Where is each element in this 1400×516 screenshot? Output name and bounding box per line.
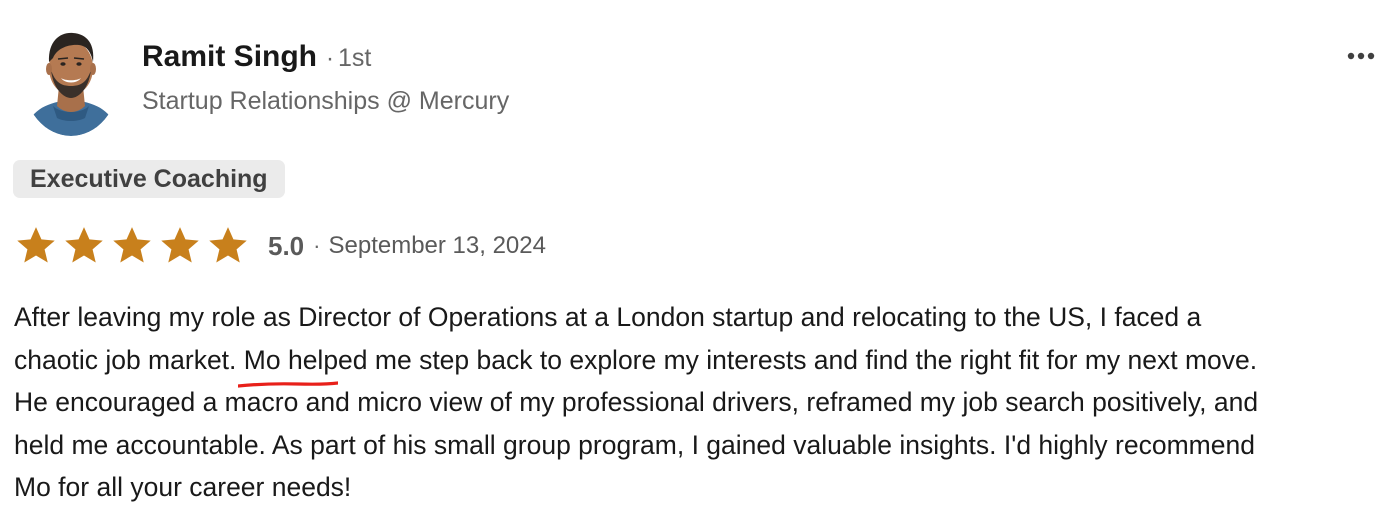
red-underline-annotation: [237, 381, 338, 388]
reviewer-name[interactable]: Ramit Singh: [142, 40, 317, 74]
highlighted-text: Mo helped me step back to explore my int…: [243, 344, 1258, 375]
review-line: He encouraged a macro and micro view of …: [14, 387, 1259, 417]
rating-row: 5.0 · September 13, 2024: [14, 224, 546, 268]
star-icon: [161, 227, 199, 263]
star-rating: [14, 225, 254, 267]
review-line: Mo for all your career needs!: [14, 472, 352, 502]
star-icon: [65, 227, 103, 263]
service-tag: Executive Coaching: [13, 160, 285, 198]
name-separator: ·: [326, 45, 335, 72]
rating-score: 5.0: [268, 230, 305, 261]
reviewer-headline: Startup Relationships @ Mercury: [142, 87, 510, 115]
review-line: held me accountable. As part of his smal…: [14, 429, 1255, 460]
star-icon: [17, 227, 55, 263]
more-horizontal-icon: [1347, 52, 1375, 60]
more-options-button[interactable]: [1344, 42, 1378, 70]
review-date: September 13, 2024: [328, 232, 546, 259]
review-line: After leaving my role as Director of Ope…: [14, 302, 1202, 332]
review-card: Ramit Singh · 1st Startup Relationships …: [0, 0, 1400, 516]
star-icon: [113, 227, 151, 263]
avatar[interactable]: [23, 22, 119, 136]
review-text-segment: chaotic job market.: [14, 344, 237, 375]
connection-degree: 1st: [338, 44, 372, 72]
review-line: chaotic job market. Mo helped me step ba…: [14, 339, 1394, 388]
highlighted-sentence: Mo helped me step back to explore my int…: [237, 339, 1258, 388]
avatar-photo: [23, 22, 119, 136]
star-icon: [209, 227, 247, 263]
reviewer-name-row: Ramit Singh · 1st: [142, 40, 371, 82]
rating-separator: ·: [313, 233, 321, 258]
review-text: After leaving my role as Director of Ope…: [14, 296, 1394, 509]
